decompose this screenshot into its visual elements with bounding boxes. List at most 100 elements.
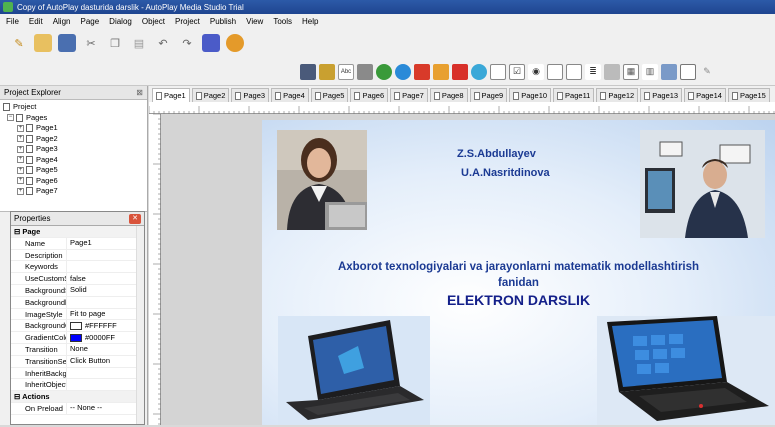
tab-page7[interactable]: Page7 xyxy=(390,88,428,102)
menu-file[interactable]: File xyxy=(6,17,19,26)
expand-icon[interactable]: + xyxy=(17,177,24,185)
image-object-icon[interactable] xyxy=(357,63,373,80)
copy-icon[interactable]: ❐ xyxy=(106,34,124,52)
slideshow-object-icon[interactable] xyxy=(433,63,449,80)
menu-project[interactable]: Project xyxy=(175,17,200,26)
tab-page4[interactable]: Page4 xyxy=(271,88,309,102)
expand-icon[interactable]: + xyxy=(17,124,24,132)
lenovo-laptop-photo[interactable] xyxy=(278,316,430,425)
tab-page11[interactable]: Page11 xyxy=(553,88,595,102)
property-row[interactable]: Keywords xyxy=(11,261,144,274)
property-row-background-color[interactable]: BackgroundC #FFFFFF xyxy=(11,320,144,333)
progress-object-icon[interactable] xyxy=(604,63,620,80)
property-row[interactable]: Transition None xyxy=(11,343,144,356)
property-row[interactable]: InheritBackgrc xyxy=(11,367,144,380)
open-folder-icon[interactable] xyxy=(34,34,52,52)
category-page[interactable]: ⊟ Page xyxy=(11,226,144,238)
wand-icon[interactable]: ✎ xyxy=(10,34,28,52)
property-row[interactable]: UseCustomSefalse xyxy=(11,273,144,285)
menu-view[interactable]: View xyxy=(246,17,263,26)
menu-edit[interactable]: Edit xyxy=(29,17,43,26)
tab-page5[interactable]: Page5 xyxy=(310,88,349,102)
property-row[interactable]: On Preload -- None -- xyxy=(11,402,144,415)
menu-page[interactable]: Page xyxy=(80,17,99,26)
property-row[interactable]: BackgroundStSolid xyxy=(11,284,144,297)
tab-page14[interactable]: Page14 xyxy=(684,88,726,102)
flash-object-icon[interactable] xyxy=(376,63,392,80)
page-design-surface[interactable]: Z.S.Abdullayev U.A.Nasritdinova Axborot … xyxy=(262,120,775,425)
button-object-icon[interactable] xyxy=(300,63,316,80)
grid-object-icon[interactable]: ▦ xyxy=(623,63,639,80)
menu-tools[interactable]: Tools xyxy=(273,17,292,26)
tab-page10[interactable]: Page10 xyxy=(509,88,552,102)
collapse-icon[interactable]: ⊟ xyxy=(14,392,22,401)
xbutton-object-icon[interactable]: ▥ xyxy=(642,63,658,80)
paragraph-object-icon[interactable]: Abc xyxy=(338,63,354,80)
property-row[interactable]: ImageStyle Fit to page xyxy=(11,308,144,321)
properties-scrollbar[interactable] xyxy=(136,226,144,424)
input-object-icon[interactable] xyxy=(490,63,506,80)
plugin-object-icon[interactable] xyxy=(661,63,677,80)
tree-item-page7[interactable]: + Page7 xyxy=(3,186,144,197)
tab-page3[interactable]: Page3 xyxy=(231,88,270,102)
tab-page2[interactable]: Page2 xyxy=(191,88,230,102)
tree-item-page3[interactable]: + Page3 xyxy=(3,144,144,155)
menu-object[interactable]: Object xyxy=(142,17,165,26)
combobox-object-icon[interactable] xyxy=(566,63,582,80)
tab-page9[interactable]: Page9 xyxy=(469,88,508,102)
close-icon[interactable]: ✕ xyxy=(129,213,141,224)
expand-icon[interactable]: + xyxy=(17,166,24,174)
man-at-computer-photo[interactable] xyxy=(640,130,765,238)
tab-page12[interactable]: Page12 xyxy=(596,88,639,102)
expand-icon[interactable]: + xyxy=(17,145,24,153)
expand-icon[interactable]: + xyxy=(17,187,24,195)
author-name-2[interactable]: U.A.Nasritdinova xyxy=(461,167,550,179)
undo-icon[interactable]: ↶ xyxy=(154,34,172,52)
rectangle-object-icon[interactable] xyxy=(680,63,696,80)
tab-page15[interactable]: Page15 xyxy=(727,88,770,102)
property-row[interactable]: Name Page1 xyxy=(11,237,144,250)
checkbox-object-icon[interactable]: ☑ xyxy=(509,63,525,80)
course-title[interactable]: Axborot texnologiyalari va jarayonlarni … xyxy=(262,261,775,273)
thinkpad-laptop-photo[interactable] xyxy=(597,316,775,425)
property-row[interactable]: InheritObjects xyxy=(11,379,144,392)
woman-photo[interactable] xyxy=(277,130,367,230)
label-object-icon[interactable] xyxy=(319,63,335,80)
menu-publish[interactable]: Publish xyxy=(210,17,236,26)
tree-item-page4[interactable]: + Page4 xyxy=(3,155,144,166)
property-row[interactable]: Description xyxy=(11,249,144,262)
tab-page6[interactable]: Page6 xyxy=(350,88,389,102)
tab-page1[interactable]: Page1 xyxy=(152,88,190,102)
tree-item-page1[interactable]: + Page1 xyxy=(3,123,144,134)
menu-dialog[interactable]: Dialog xyxy=(109,17,132,26)
tree-item-page2[interactable]: + Page2 xyxy=(3,134,144,145)
tree-item-pages[interactable]: − Pages xyxy=(3,113,144,124)
pdf-object-icon[interactable] xyxy=(452,63,468,80)
menu-align[interactable]: Align xyxy=(53,17,71,26)
property-row[interactable]: Backgroundln xyxy=(11,296,144,309)
pencil-icon[interactable]: ✎ xyxy=(699,64,715,80)
publish-icon[interactable] xyxy=(226,34,244,52)
property-row[interactable]: TransitionSett Click Button xyxy=(11,355,144,368)
paste-icon[interactable]: ▤ xyxy=(130,34,148,52)
expand-icon[interactable]: + xyxy=(17,135,24,143)
cut-icon[interactable]: ✂ xyxy=(82,34,100,52)
course-title-suffix[interactable]: fanidan xyxy=(262,277,775,289)
radio-object-icon[interactable]: ◉ xyxy=(528,63,544,80)
document-type-title[interactable]: ELEKTRON DARSLIK xyxy=(262,292,775,308)
web-object-icon[interactable] xyxy=(414,63,430,80)
collapse-icon[interactable]: − xyxy=(7,114,14,122)
property-row-gradient-color[interactable]: GradientColor#0000FF xyxy=(11,332,144,344)
category-actions[interactable]: ⊟ Actions xyxy=(11,391,144,403)
tree-item-project[interactable]: Project xyxy=(3,102,144,113)
tab-page8[interactable]: Page8 xyxy=(429,88,468,102)
save-icon[interactable] xyxy=(58,34,76,52)
tab-page13[interactable]: Page13 xyxy=(640,88,683,102)
tree-item-page5[interactable]: + Page5 xyxy=(3,165,144,176)
tree-item-page6[interactable]: + Page6 xyxy=(3,176,144,187)
redo-icon[interactable]: ↷ xyxy=(178,34,196,52)
expand-icon[interactable]: + xyxy=(17,156,24,164)
tree-object-icon[interactable]: ≣ xyxy=(585,63,601,80)
panel-close-icon[interactable]: ⊠ xyxy=(136,88,143,97)
preview-icon[interactable] xyxy=(202,34,220,52)
